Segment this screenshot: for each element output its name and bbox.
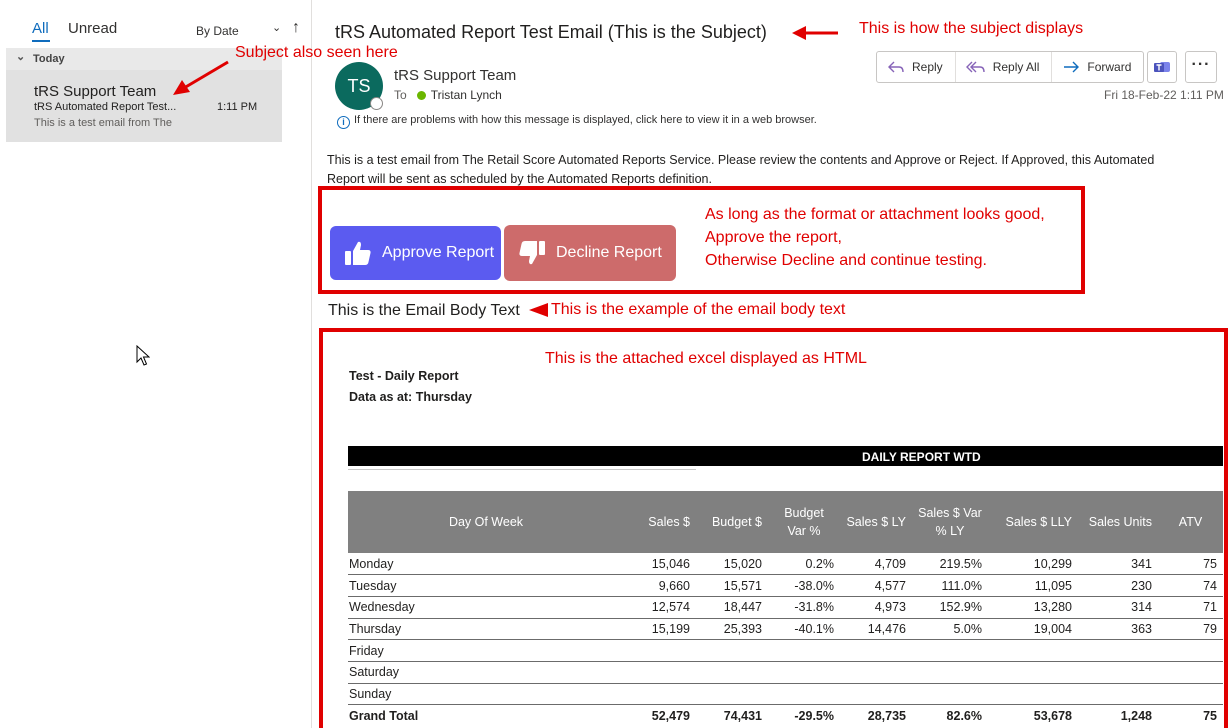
annotation-approve-note: As long as the format or attachment look… — [705, 203, 1045, 272]
filter-bar: All Unread By Date ⌄ ↑ — [32, 18, 300, 42]
list-item[interactable]: tRS Support Team tRS Automated Report Te… — [6, 70, 282, 142]
annotation-attached-excel: This is the attached excel displayed as … — [545, 350, 867, 367]
message-time: 1:11 PM — [217, 101, 258, 113]
annotation-line: As long as the format or attachment look… — [705, 206, 1045, 223]
arrow-subject-icon — [792, 26, 838, 40]
email-body-paragraph: This is a test email from The Retail Sco… — [327, 153, 1155, 186]
message-list-pane: All Unread By Date ⌄ ↑ ⌄ Today tRS Suppo… — [0, 0, 312, 728]
message-preview: This is a test email from The — [34, 117, 172, 129]
presence-status-icon — [370, 97, 383, 110]
email-body-text: This is the Email Body Text — [328, 302, 520, 319]
email-subject: tRS Automated Report Test Email (This is… — [335, 22, 767, 42]
reply-all-button[interactable]: Reply All — [956, 52, 1053, 82]
reply-icon — [888, 61, 904, 73]
info-icon: i — [337, 116, 350, 129]
chevron-down-icon[interactable]: ⌄ — [272, 21, 281, 34]
forward-button[interactable]: Forward — [1052, 52, 1143, 82]
annotation-line: Approve the report, — [705, 229, 842, 246]
annotation-subject-seen: Subject also seen here — [235, 44, 398, 61]
reply-actions: Reply Reply All Forward — [876, 51, 1145, 83]
filter-unread-tab[interactable]: Unread — [68, 20, 117, 37]
message-subject: tRS Automated Report Test... — [34, 101, 177, 113]
recipient-name[interactable]: Tristan Lynch — [431, 88, 502, 102]
annotation-body-example: This is the example of the email body te… — [551, 301, 846, 318]
reply-all-label: Reply All — [992, 60, 1040, 74]
active-tab-underline — [32, 40, 50, 42]
sender-name[interactable]: tRS Support Team — [394, 67, 516, 84]
filter-all-tab[interactable]: All — [32, 20, 49, 37]
sort-direction-icon[interactable]: ↑ — [292, 19, 300, 37]
reply-button[interactable]: Reply — [877, 52, 956, 82]
email-date: Fri 18-Feb-22 1:11 PM — [1104, 88, 1224, 102]
reply-all-icon — [965, 61, 985, 73]
sort-by-dropdown[interactable]: By Date — [196, 24, 239, 38]
mouse-cursor-icon — [136, 345, 150, 366]
info-bar-text[interactable]: If there are problems with how this mess… — [354, 114, 817, 126]
reply-label: Reply — [912, 60, 943, 74]
recipient-line: To Tristan Lynch — [394, 88, 502, 102]
collapse-chevron-icon[interactable]: ⌄ — [16, 50, 25, 63]
forward-icon — [1064, 61, 1080, 73]
recipient-presence-icon — [416, 91, 426, 100]
more-options-button[interactable]: ··· — [1185, 51, 1217, 83]
arrow-list-icon — [173, 60, 229, 95]
group-label: Today — [33, 53, 65, 65]
annotation-subject-displays: This is how the subject displays — [859, 20, 1084, 37]
annotation-line: Otherwise Decline and continue testing. — [705, 252, 987, 269]
annotation-box-report — [319, 328, 1228, 728]
forward-label: Forward — [1087, 60, 1132, 74]
teams-button[interactable] — [1147, 51, 1177, 83]
to-label: To — [394, 88, 407, 102]
message-sender: tRS Support Team — [34, 83, 157, 100]
info-bar[interactable]: i If there are problems with how this mes… — [337, 114, 817, 129]
teams-icon — [1154, 62, 1170, 72]
